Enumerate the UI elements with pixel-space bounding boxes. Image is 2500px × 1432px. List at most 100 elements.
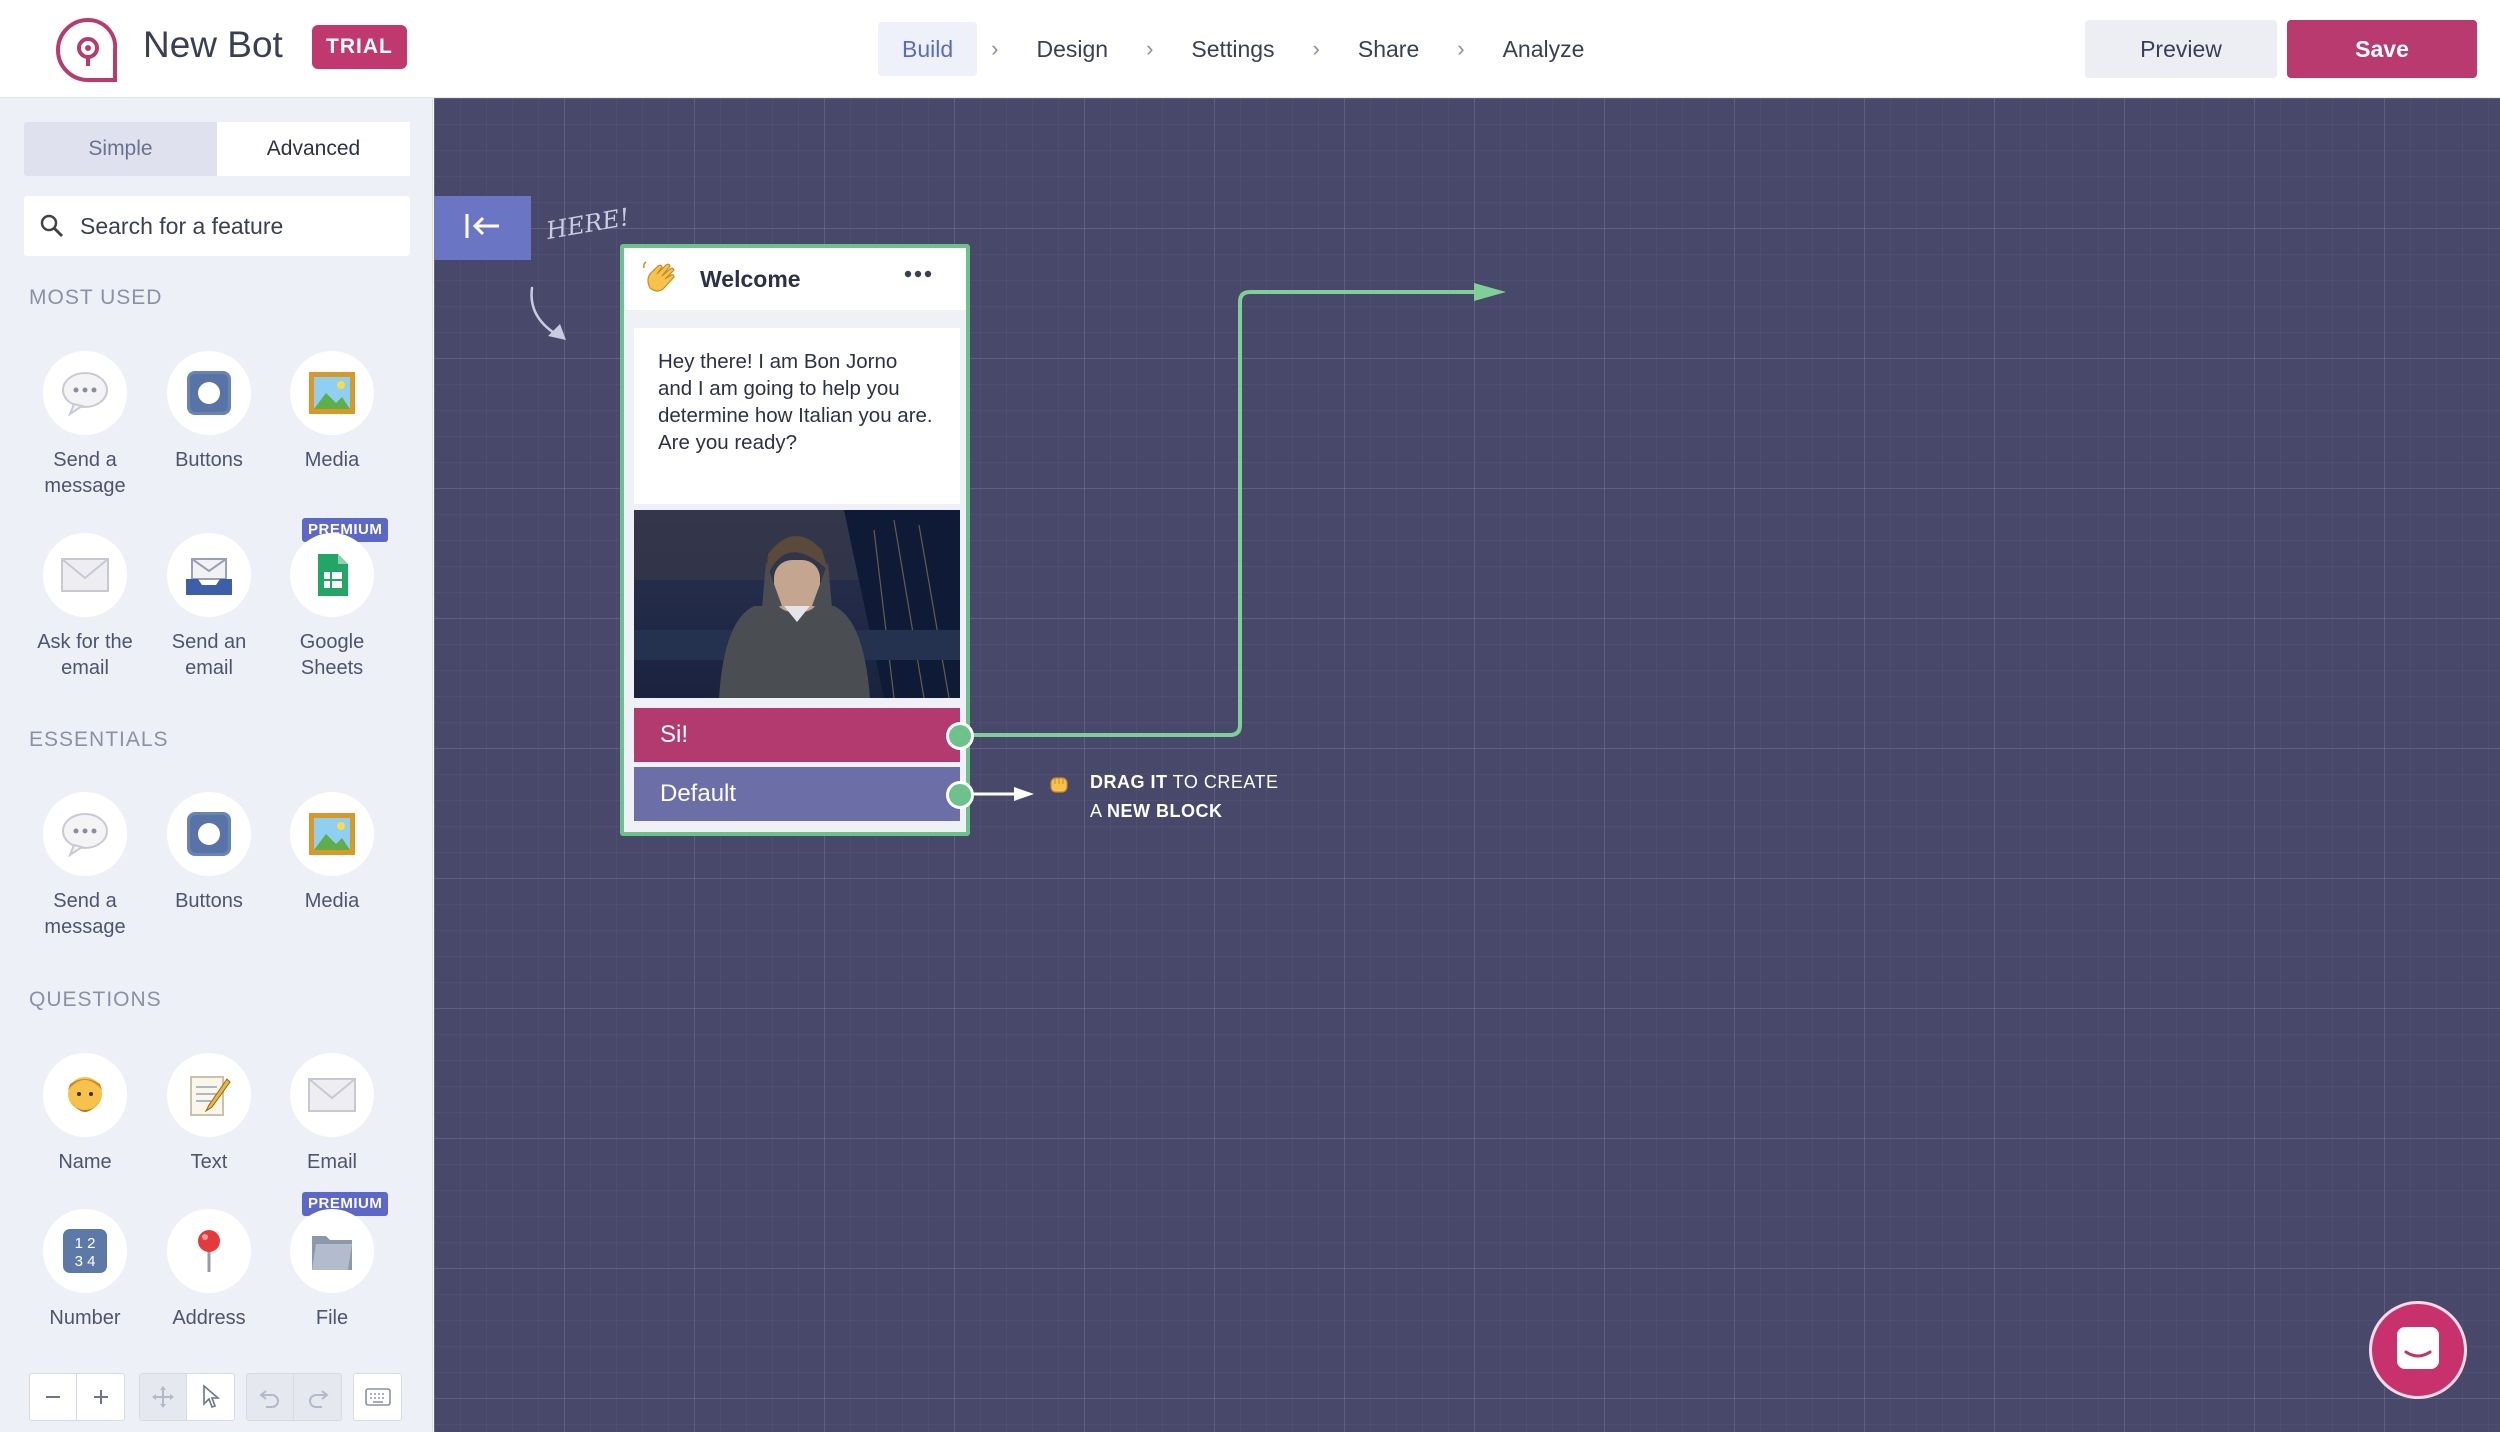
feature-send-message[interactable]: Send a message — [25, 351, 145, 499]
tab-analyze[interactable]: Analyze — [1479, 22, 1609, 76]
feature-email[interactable]: Email — [272, 1053, 392, 1175]
tool-mode-controls — [139, 1373, 235, 1421]
person-face-icon — [43, 1053, 127, 1137]
numbers-icon: 1 23 4 — [43, 1209, 127, 1293]
feature-text[interactable]: Text — [149, 1053, 269, 1175]
tab-advanced[interactable]: Advanced — [217, 122, 410, 176]
framed-picture-icon — [290, 792, 374, 876]
svg-text:1 2: 1 2 — [75, 1235, 96, 1252]
section-title-essentials: ESSENTIALS — [29, 728, 169, 751]
drag-hint-text: TO CREATE — [1167, 772, 1279, 792]
logo-icon — [53, 16, 123, 82]
history-controls — [246, 1373, 342, 1421]
chevron-right-icon: › — [991, 36, 999, 61]
drag-hint-bold: DRAG IT — [1090, 772, 1168, 792]
block-header: Welcome — [624, 248, 966, 310]
envelope-tray-icon — [167, 533, 251, 617]
select-tool-button[interactable] — [187, 1374, 234, 1420]
feature-label: Ask for the email — [37, 631, 133, 679]
step-navigation: Build › Design › Settings › Share › Anal… — [878, 22, 1608, 76]
drag-hint-bold: NEW BLOCK — [1107, 801, 1223, 821]
section-title-questions: QUESTIONS — [29, 988, 162, 1011]
feature-label: Send an email — [171, 631, 247, 679]
move-tool-button[interactable] — [140, 1374, 187, 1420]
feature-label: Number — [49, 1307, 121, 1329]
zoom-in-button[interactable] — [77, 1374, 124, 1420]
chevron-right-icon: › — [1312, 36, 1320, 61]
tab-share[interactable]: Share — [1334, 22, 1443, 76]
feature-ask-email[interactable]: Ask for the email — [25, 533, 145, 681]
waving-hand-icon — [640, 258, 680, 307]
undo-button[interactable] — [247, 1374, 294, 1420]
feature-label: Buttons — [175, 449, 243, 471]
connector-handle[interactable] — [946, 781, 974, 809]
feature-address[interactable]: Address — [149, 1209, 269, 1331]
feature-label: Send a message — [44, 449, 126, 497]
feature-label: Text — [190, 1151, 228, 1173]
svg-text:3 4: 3 4 — [75, 1253, 96, 1270]
feature-label: File — [315, 1307, 349, 1329]
feature-search — [24, 196, 410, 256]
feature-name[interactable]: Name — [25, 1053, 145, 1175]
feature-media[interactable]: Media — [272, 351, 392, 473]
search-input[interactable] — [80, 206, 400, 246]
feature-label: Email — [306, 1151, 357, 1173]
speech-bubble-icon — [43, 792, 127, 876]
tab-build[interactable]: Build — [878, 22, 978, 76]
block-title[interactable]: Welcome — [700, 266, 801, 293]
feature-send-email[interactable]: Send an email — [149, 533, 269, 681]
feature-buttons[interactable]: Buttons — [149, 792, 269, 914]
connector-handle[interactable] — [946, 722, 974, 750]
google-sheets-icon — [290, 533, 374, 617]
flow-canvas[interactable]: HERE! Welcome Hey there! I am Bon Jorno … — [434, 98, 2500, 1432]
speech-bubble-icon — [43, 351, 127, 435]
feature-label: Send a message — [44, 890, 126, 938]
bot-title[interactable]: New Bot — [143, 24, 283, 66]
keyboard-shortcuts-control — [353, 1373, 402, 1421]
message-text[interactable]: Hey there! I am Bon Jorno and I am going… — [634, 328, 960, 504]
feature-label: Address — [172, 1307, 246, 1329]
tab-settings[interactable]: Settings — [1167, 22, 1298, 76]
more-options-icon[interactable] — [902, 260, 934, 295]
feature-label: Google Sheets — [299, 631, 365, 679]
drag-hint-text: A — [1090, 801, 1108, 821]
media-image[interactable] — [634, 510, 960, 698]
keyboard-icon[interactable] — [354, 1374, 401, 1420]
feature-number[interactable]: 1 23 4 Number — [25, 1209, 145, 1331]
feature-send-message[interactable]: Send a message — [25, 792, 145, 940]
zoom-controls — [29, 1373, 125, 1421]
file-folder-icon — [290, 1209, 374, 1293]
envelope-icon — [290, 1053, 374, 1137]
framed-picture-icon — [290, 351, 374, 435]
mode-toggle: Simple Advanced — [24, 122, 410, 176]
canvas-toolbar — [0, 1355, 433, 1432]
trial-badge: TRIAL — [312, 25, 407, 69]
pin-icon — [167, 1209, 251, 1293]
fist-icon — [1048, 773, 1070, 801]
zoom-out-button[interactable] — [30, 1374, 77, 1420]
feature-media[interactable]: Media — [272, 792, 392, 914]
chevron-right-icon: › — [1457, 36, 1465, 61]
chevron-right-icon: › — [1146, 36, 1154, 61]
tab-simple[interactable]: Simple — [24, 122, 217, 176]
reply-button-default[interactable]: Default — [634, 767, 960, 821]
redo-button[interactable] — [294, 1374, 341, 1420]
chat-icon — [2394, 1324, 2442, 1377]
welcome-block-card[interactable]: Welcome Hey there! I am Bon Jorno and I … — [620, 244, 974, 836]
top-bar: New Bot TRIAL Build › Design › Settings … — [0, 0, 2500, 98]
record-button-icon — [167, 792, 251, 876]
record-button-icon — [167, 351, 251, 435]
feature-file[interactable]: File — [272, 1209, 392, 1331]
feature-label: Buttons — [175, 890, 243, 912]
sidebar: Simple Advanced MOST USED Send a message… — [0, 98, 433, 1432]
section-title-most-used: MOST USED — [29, 286, 163, 309]
preview-button[interactable]: Preview — [2085, 20, 2277, 78]
tab-design[interactable]: Design — [1012, 22, 1132, 76]
save-button[interactable]: Save — [2287, 20, 2477, 78]
feature-buttons[interactable]: Buttons — [149, 351, 269, 473]
memo-icon — [167, 1053, 251, 1137]
reply-button-si[interactable]: Si! — [634, 708, 960, 762]
chat-support-button[interactable] — [2369, 1301, 2467, 1399]
search-icon — [38, 212, 66, 240]
feature-google-sheets[interactable]: Google Sheets — [272, 533, 392, 681]
